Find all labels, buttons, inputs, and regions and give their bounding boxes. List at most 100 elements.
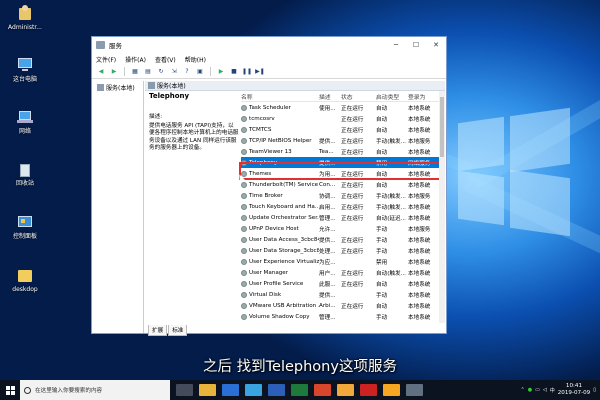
service-name-cell: User Data Access_3cbc848 — [241, 236, 319, 243]
network-tray-icon[interactable]: ▭ — [535, 387, 540, 393]
media-player-icon[interactable] — [360, 384, 377, 396]
table-row[interactable]: Touch Keyboard and Ha... 启用... 正在运行 手动(触发..… — [241, 201, 439, 212]
desktop-icon-label: 控制面板 — [12, 233, 37, 240]
column-header-status[interactable]: 状态 — [341, 92, 376, 101]
service-startup-cell-text: 手动 — [376, 226, 388, 233]
export-list-icon[interactable]: ⇲ — [169, 67, 179, 76]
desktop-icon-network[interactable]: 网络 — [2, 108, 48, 136]
app-icon[interactable] — [383, 384, 400, 396]
table-row[interactable]: UPnP Device Host 允许... 手动 本地服务 — [241, 223, 439, 234]
column-header-startup-type[interactable]: 启动类型 — [376, 92, 408, 101]
desktop-icon-administrator[interactable]: Administr... — [2, 4, 48, 32]
service-startup-cell: 自动 — [376, 148, 408, 156]
desktop-icon-this-pc[interactable]: 这台电脑 — [2, 56, 48, 84]
input-language[interactable]: 中 — [550, 387, 555, 394]
service-status-cell: 正在运行 — [341, 104, 376, 112]
notification-icon[interactable]: ▯ — [593, 387, 596, 393]
stop-service-icon[interactable]: ■ — [229, 67, 239, 76]
edge-browser-icon[interactable] — [222, 384, 239, 396]
service-status-cell: 正在运行 — [341, 148, 376, 156]
service-desc-cell-text: 提供... — [319, 292, 336, 299]
table-row[interactable]: Thunderbolt(TM) Service Con... 正在运行 自动 本地系统 — [241, 179, 439, 190]
tree-item-services-local[interactable]: 服务(本地) — [97, 83, 140, 92]
service-desc-cell: 用户... — [319, 269, 341, 277]
service-logon-cell: 本地系统 — [408, 269, 438, 277]
service-status-cell: 正在运行 — [341, 214, 376, 222]
show-hide-icon[interactable]: ▣ — [195, 67, 205, 76]
table-row[interactable]: Volume Shadow Copy 管理... 手动 本地系统 — [241, 311, 439, 322]
vertical-scrollbar[interactable] — [439, 91, 445, 323]
table-row[interactable]: Task Scheduler 使用... 正在运行 自动 本地系统 — [241, 102, 439, 113]
column-header-logon[interactable]: 登录为 — [408, 92, 438, 101]
refresh-icon[interactable]: ↻ — [156, 67, 166, 76]
table-row[interactable]: Time Broker 协调... 正在运行 手动(触发... 本地服务 — [241, 190, 439, 201]
table-row[interactable]: TeamViewer 13 Tea... 正在运行 自动 本地系统 — [241, 146, 439, 157]
forward-arrow-icon[interactable]: ▶ — [109, 67, 119, 76]
service-logon-cell-text: 本地系统 — [408, 127, 431, 134]
tab-standard[interactable]: 标准 — [168, 325, 188, 336]
pause-service-icon[interactable]: ❚❚ — [242, 67, 252, 76]
table-row[interactable]: VMware USB Arbitration ... Arbi... 正在运行 自动 本… — [241, 300, 439, 311]
table-row[interactable]: User Experience Virtualiz... 为应... 禁用 本地系统 — [241, 256, 439, 267]
file-explorer-icon[interactable] — [199, 384, 216, 396]
services-taskbar-icon[interactable] — [406, 384, 423, 396]
desktop-icon-label: Administr... — [8, 24, 42, 31]
clock[interactable]: 10:41 2019-07-09 — [558, 383, 591, 397]
start-button[interactable] — [0, 380, 20, 400]
column-header-name[interactable]: 名称 — [241, 92, 319, 101]
table-row[interactable]: TCP/IP NetBIOS Helper 提供... 正在运行 手动(触发... 本地… — [241, 135, 439, 146]
volume-icon[interactable]: ◁ — [543, 387, 547, 393]
table-row[interactable]: User Manager 用户... 正在运行 自动(触发... 本地系统 — [241, 267, 439, 278]
start-service-icon[interactable]: ▶ — [216, 67, 226, 76]
close-button[interactable]: ✕ — [426, 41, 446, 49]
service-gear-icon — [241, 291, 247, 298]
window-titlebar[interactable]: 服务 ─ ☐ ✕ — [92, 37, 446, 53]
properties-icon[interactable]: ▤ — [143, 67, 153, 76]
minimize-button[interactable]: ─ — [386, 41, 406, 49]
table-row[interactable]: User Data Access_3cbc848 提供... 正在运行 手动 本地系统 — [241, 234, 439, 245]
help-icon[interactable]: ? — [182, 67, 192, 76]
word-icon[interactable] — [268, 384, 285, 396]
menu-file[interactable]: 文件(F) — [96, 55, 116, 64]
table-row[interactable]: TCMTCS 正在运行 自动 本地系统 — [241, 124, 439, 135]
service-status-cell-text: 正在运行 — [341, 215, 364, 222]
desktop-icon-control-panel[interactable]: 控制面板 — [2, 213, 48, 241]
task-view-icon[interactable] — [176, 384, 193, 396]
table-row[interactable]: Virtual Disk 提供... 手动 本地系统 — [241, 289, 439, 300]
column-header-description[interactable]: 描述 — [319, 92, 341, 101]
store-icon[interactable] — [245, 384, 262, 396]
desktop-icon-deskdop[interactable]: deskdop — [2, 266, 48, 294]
restart-service-icon[interactable]: ▶❚ — [255, 67, 265, 76]
service-startup-cell: 手动(触发... — [376, 192, 408, 200]
table-row[interactable]: User Profile Service 此服... 正在运行 自动 本地系统 — [241, 278, 439, 289]
excel-icon[interactable] — [291, 384, 308, 396]
service-startup-cell: 自动 — [376, 115, 408, 123]
back-arrow-icon[interactable]: ◀ — [96, 67, 106, 76]
console-tree-icon[interactable]: ▦ — [130, 67, 140, 76]
menu-action[interactable]: 操作(A) — [125, 55, 146, 64]
service-logon-cell-text: 本地系统 — [408, 303, 431, 310]
maximize-button[interactable]: ☐ — [406, 41, 426, 49]
service-startup-cell-text: 手动 — [376, 314, 388, 321]
service-logon-cell-text: 本地系统 — [408, 314, 431, 321]
table-row[interactable]: Update Orchestrator Ser... 管理... 正在运行 自动(延迟… — [241, 212, 439, 223]
taskbar-search[interactable]: 在这里输入你要搜索的内容 — [20, 380, 170, 400]
tab-extended[interactable]: 扩展 — [148, 325, 168, 336]
tray-chevron-icon[interactable]: ⌃ — [521, 387, 525, 393]
table-row[interactable]: User Data Storage_3cbc8... 处理... 正在运行 手动 本地系… — [241, 245, 439, 256]
service-logon-cell-text: 本地系统 — [408, 248, 431, 255]
menu-help[interactable]: 帮助(H) — [185, 55, 206, 64]
service-name-cell-text: Volume Shadow Copy — [249, 313, 310, 320]
firefox-icon[interactable] — [337, 384, 354, 396]
wechat-icon[interactable]: ● — [528, 387, 532, 393]
table-row[interactable]: tcmcosrv 正在运行 自动 本地系统 — [241, 113, 439, 124]
scrollbar-thumb[interactable] — [440, 97, 444, 157]
powerpoint-icon[interactable] — [314, 384, 331, 396]
clock-date: 2019-07-09 — [557, 390, 591, 396]
service-description-panel: Telephony 描述: 提供电话服务 API (TAPI)支持，以便各程序控… — [149, 92, 239, 152]
selected-service-title: Telephony — [149, 92, 190, 100]
menu-view[interactable]: 查看(V) — [155, 55, 176, 64]
description-label: 描述: — [149, 114, 163, 121]
service-startup-cell: 手动 — [376, 225, 408, 233]
desktop-icon-recycle-bin[interactable]: 回收站 — [2, 160, 48, 188]
